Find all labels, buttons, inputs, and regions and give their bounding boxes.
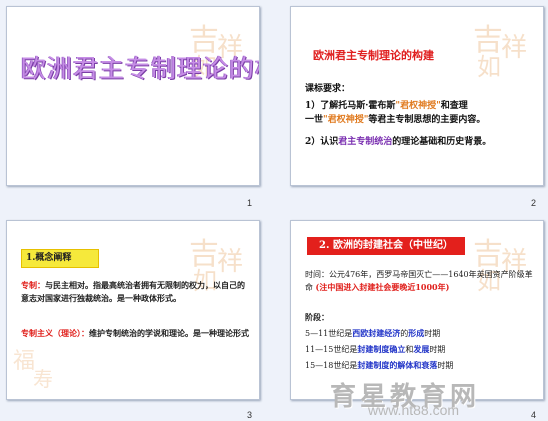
time-span: 时间：公元476年，西罗马帝国灭亡——1640年英国资产阶级革命 (注中国进入封…: [305, 270, 533, 292]
stage-item: 15—18世纪是封建制度的解体和衰落时期: [305, 360, 454, 370]
slide-thumbnail-3[interactable]: 吉 祥 如 福 寿 1.概念阐释 专制：与民主相对。指最高统治者拥有无限制的权力…: [6, 220, 260, 400]
stage-label: 阶段：: [305, 312, 329, 322]
slide-thumbnail-4[interactable]: 吉 祥 如 2. 欧洲的封建社会（中世纪） 时间：公元476年，西罗马帝国灭亡—…: [290, 220, 544, 400]
slide-number: 3: [247, 410, 253, 420]
definition-2: 专制主义（理论）：维护专制统治的学说和理论。是一种理论形式: [21, 328, 249, 338]
decorative-calligraphy: 吉 祥 如: [473, 23, 528, 81]
slide-heading: 欧洲君主专制理论的构建: [313, 49, 434, 62]
requirement-2: 2）认识君主专制统治的理论基础和历史背景。: [305, 137, 492, 147]
slide-heading: 2. 欧洲的封建社会（中世纪）: [307, 237, 465, 255]
slide-number: 1: [247, 198, 253, 208]
requirements-label: 课标要求：: [305, 84, 351, 94]
slide-thumbnail-2[interactable]: 吉 祥 如 欧洲君主专制理论的构建 课标要求： 1）了解托马斯·霍布斯"君权神授…: [290, 6, 544, 186]
requirement-1: 1）了解托马斯·霍布斯"君权神授"和查理 一世"君权神授"等君主专制思想的主要内…: [305, 101, 486, 125]
decorative-calligraphy: 福 寿: [13, 349, 53, 391]
definition-1: 专制：与民主相对。指最高统治者拥有无限制的权力，以自己的意志对国家进行独裁统治。…: [21, 280, 245, 303]
slide-title: 欧洲君主专制理论的构建: [21, 54, 259, 83]
stage-item: 5—11世纪是西欧封建经济的形成时期: [305, 328, 441, 338]
section-tag: 1.概念阐释: [21, 249, 99, 268]
slide-number: 4: [531, 410, 537, 420]
slide-number: 2: [531, 198, 537, 208]
slide-thumbnail-1[interactable]: 吉 祥 如 欧洲君主专制理论的构建: [6, 6, 260, 186]
stage-item: 11—15世纪是封建制度确立和发展时期: [305, 344, 446, 354]
watermark-url: www.ht88.com: [368, 402, 460, 418]
